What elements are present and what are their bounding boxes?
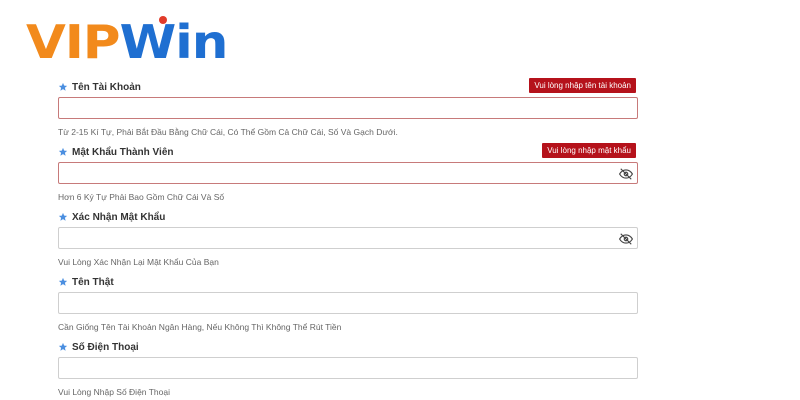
confirm-password-input[interactable] [59,228,637,248]
username-label: Tên Tài Khoản [72,81,141,93]
confirm-password-input-box[interactable] [58,227,638,249]
field-username: Tên Tài Khoản Vui lòng nhập tên tài khoả… [58,78,638,137]
field-label-row: Tên Thật [58,273,638,291]
phone-label: Số Điện Thoại [72,341,139,353]
star-icon [58,277,68,287]
field-password: Mật Khẩu Thành Viên Vui lòng nhập mật kh… [58,143,638,202]
phone-input-box[interactable] [58,357,638,379]
star-icon [58,147,68,157]
vipwin-logo: VIP Win [26,14,228,66]
username-error-badge: Vui lòng nhập tên tài khoản [529,78,636,93]
field-real-name: Tên Thật Cần Giống Tên Tài Khoản Ngân Hà… [58,273,638,332]
password-label: Mật Khẩu Thành Viên [72,146,174,158]
star-icon [58,212,68,222]
logo-win: Win [119,15,228,69]
confirm-password-hint: Vui Lòng Xác Nhận Lại Mật Khẩu Của Bạn [58,257,219,267]
star-icon [58,82,68,92]
eye-slash-icon[interactable] [618,167,634,180]
phone-input[interactable] [59,358,637,378]
confirm-password-label: Xác Nhận Mật Khẩu [72,211,166,223]
password-error-badge: Vui lòng nhập mật khẩu [542,143,636,158]
real-name-label: Tên Thật [72,276,114,288]
real-name-hint: Cần Giống Tên Tài Khoản Ngân Hàng, Nếu K… [58,322,342,332]
password-input[interactable] [59,163,637,183]
username-input[interactable] [59,98,637,118]
password-hint: Hơn 6 Ký Tự Phải Bao Gồm Chữ Cái Và Số [58,192,225,202]
password-input-box[interactable] [58,162,638,184]
phone-hint: Vui Lòng Nhập Số Điện Thoại [58,387,170,397]
logo-text: VIP Win [26,15,228,69]
username-hint: Từ 2-15 Kí Tự, Phải Bắt Đầu Bằng Chữ Cái… [58,127,398,137]
field-confirm-password: Xác Nhận Mật Khẩu Vui Lòng Xác Nhận Lại … [58,208,638,267]
eye-slash-icon[interactable] [618,232,634,245]
field-label-row: Xác Nhận Mật Khẩu [58,208,638,226]
field-label-row: Số Điện Thoại [58,338,638,356]
real-name-input[interactable] [59,293,637,313]
username-input-box[interactable] [58,97,638,119]
logo-vip: VIP [26,15,121,69]
logo-dot-icon [159,16,167,24]
field-phone: Số Điện Thoại Vui Lòng Nhập Số Điện Thoạ… [58,338,638,397]
star-icon [58,342,68,352]
real-name-input-box[interactable] [58,292,638,314]
